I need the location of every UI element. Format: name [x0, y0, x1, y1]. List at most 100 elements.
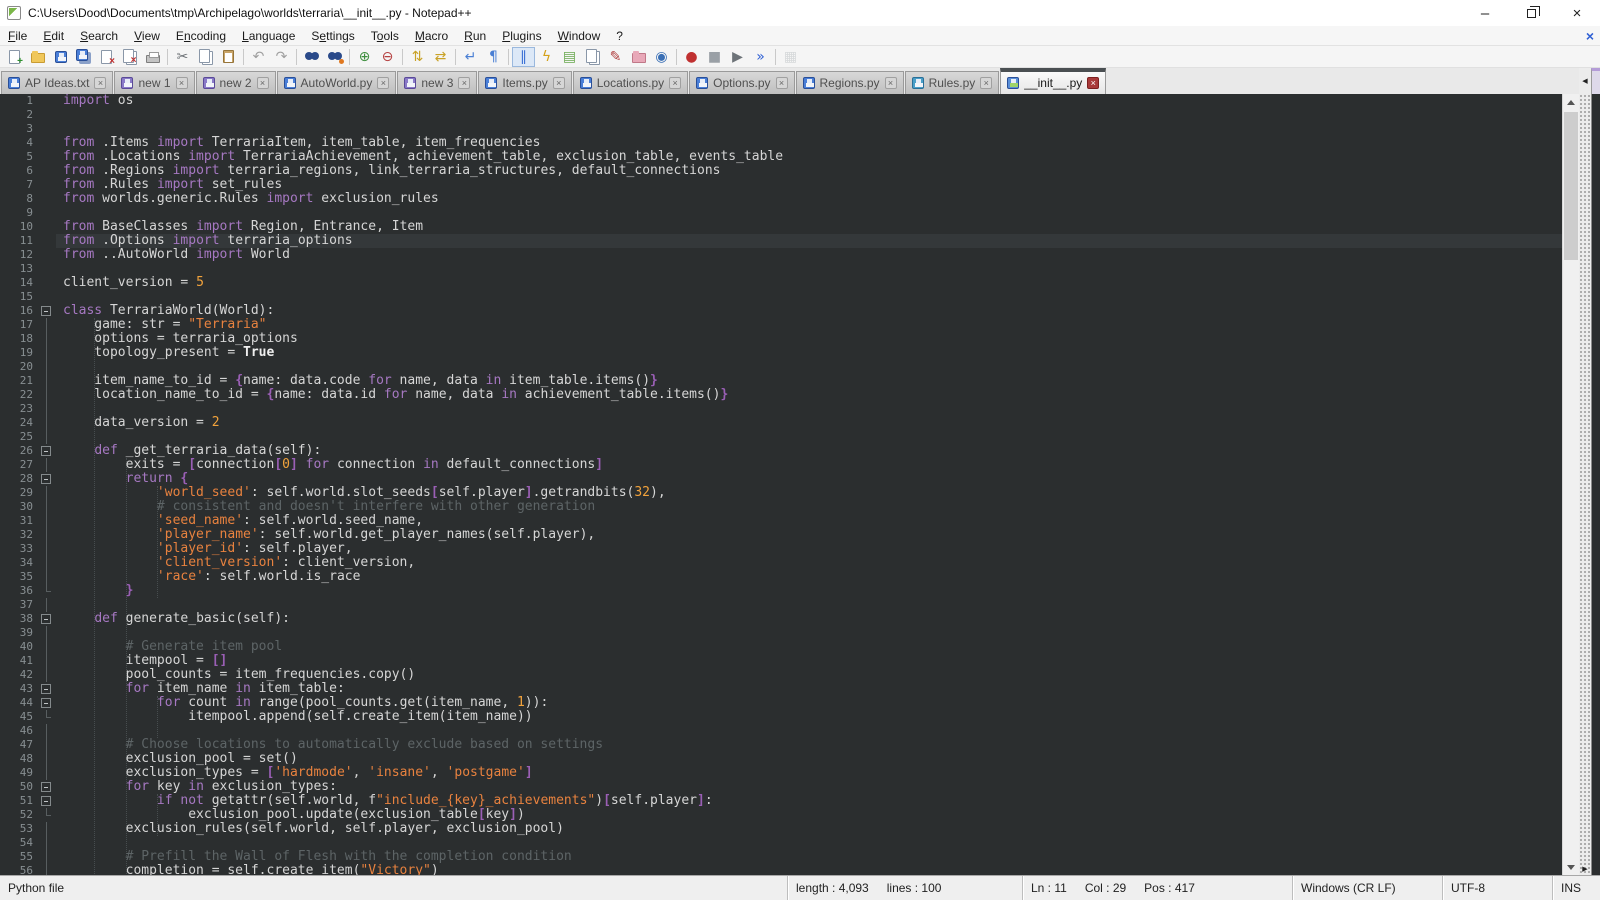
- line-number[interactable]: 30: [0, 500, 38, 514]
- code-line-text[interactable]: options = terraria_options: [56, 332, 1562, 346]
- tab-new-3[interactable]: new 3×: [397, 71, 477, 94]
- zoom-out-icon[interactable]: ⊖: [376, 47, 399, 67]
- tab-close-autoworld-py-icon[interactable]: ×: [377, 77, 389, 89]
- copy-icon[interactable]: [194, 47, 217, 67]
- code-line-text[interactable]: class TerrariaWorld(World):: [56, 304, 1562, 318]
- code-line-text[interactable]: from .Regions import terraria_regions, l…: [56, 164, 1562, 178]
- code-line-text[interactable]: # Choose locations to automatically excl…: [56, 738, 1562, 752]
- new-file-icon[interactable]: +: [3, 47, 26, 67]
- menu-edit[interactable]: Edit: [35, 27, 72, 45]
- line-number[interactable]: 14: [0, 276, 38, 290]
- paste-icon[interactable]: [217, 47, 240, 67]
- line-number[interactable]: 48: [0, 752, 38, 766]
- line-number[interactable]: 25: [0, 430, 38, 444]
- fold-toggle-icon[interactable]: [38, 696, 56, 710]
- line-number[interactable]: 22: [0, 388, 38, 402]
- line-number[interactable]: 42: [0, 668, 38, 682]
- line-number[interactable]: 55: [0, 850, 38, 864]
- code-line-text[interactable]: }: [56, 584, 1562, 598]
- code-line-text[interactable]: [56, 206, 1562, 220]
- tab-new-2[interactable]: new 2×: [196, 71, 276, 94]
- code-line-text[interactable]: def _get_terraria_data(self):: [56, 444, 1562, 458]
- macro-save-icon[interactable]: ▦: [779, 47, 802, 67]
- code-line-text[interactable]: completion = self.create_item("Victory"): [56, 864, 1562, 875]
- code-line-text[interactable]: data_version = 2: [56, 416, 1562, 430]
- code-line-text[interactable]: [56, 262, 1562, 276]
- tab-ap-ideas-txt[interactable]: AP Ideas.txt×: [1, 71, 113, 94]
- line-number[interactable]: 47: [0, 738, 38, 752]
- line-number[interactable]: 52: [0, 808, 38, 822]
- line-number[interactable]: 36: [0, 584, 38, 598]
- code-line-text[interactable]: [56, 836, 1562, 850]
- code-line-text[interactable]: def generate_basic(self):: [56, 612, 1562, 626]
- macro-play-icon[interactable]: ▶: [726, 47, 749, 67]
- line-number[interactable]: 28: [0, 472, 38, 486]
- show-all-characters-icon[interactable]: ¶: [482, 47, 505, 67]
- menu-file[interactable]: File: [0, 27, 35, 45]
- menu-run[interactable]: Run: [456, 27, 494, 45]
- line-number[interactable]: 19: [0, 346, 38, 360]
- line-number[interactable]: 24: [0, 416, 38, 430]
- tab-regions-py[interactable]: Regions.py×: [796, 71, 904, 94]
- code-line-text[interactable]: # Prefill the Wall of Flesh with the com…: [56, 850, 1562, 864]
- save-all-icon[interactable]: [72, 47, 95, 67]
- code-line-text[interactable]: from .Locations import TerrariaAchieveme…: [56, 150, 1562, 164]
- tab-close-locations-py-icon[interactable]: ×: [669, 77, 681, 89]
- document-map-icon[interactable]: ▤: [558, 47, 581, 67]
- line-number[interactable]: 2: [0, 108, 38, 122]
- macro-stop-icon[interactable]: ■: [703, 47, 726, 67]
- tab-close-ap-ideas-txt-icon[interactable]: ×: [94, 77, 106, 89]
- code-line-text[interactable]: exclusion_pool.update(exclusion_table[ke…: [56, 808, 1562, 822]
- line-number[interactable]: 15: [0, 290, 38, 304]
- tab-locations-py[interactable]: Locations.py×: [573, 71, 688, 94]
- save-icon[interactable]: [49, 47, 72, 67]
- code-line-text[interactable]: [56, 626, 1562, 640]
- code-line-text[interactable]: [56, 122, 1562, 136]
- code-line-text[interactable]: exclusion_pool = set(): [56, 752, 1562, 766]
- menu-view[interactable]: View: [126, 27, 168, 45]
- code-line-text[interactable]: 'seed_name': self.world.seed_name,: [56, 514, 1562, 528]
- code-line-text[interactable]: from ..AutoWorld import World: [56, 248, 1562, 262]
- code-line-text[interactable]: [56, 290, 1562, 304]
- code-line-text[interactable]: itempool.append(self.create_item(item_na…: [56, 710, 1562, 724]
- code-line-text[interactable]: from .Items import TerrariaItem, item_ta…: [56, 136, 1562, 150]
- macro-run-multiple-icon[interactable]: »: [749, 47, 772, 67]
- menu-plugins[interactable]: Plugins: [494, 27, 549, 45]
- close-window-button[interactable]: ×: [1554, 0, 1600, 26]
- document-list-icon[interactable]: [581, 47, 604, 67]
- tab-items-py[interactable]: Items.py×: [478, 71, 571, 94]
- monitoring-icon[interactable]: ◉: [650, 47, 673, 67]
- code-line-text[interactable]: from BaseClasses import Region, Entrance…: [56, 220, 1562, 234]
- code-line-text[interactable]: import os: [56, 94, 1562, 108]
- line-number[interactable]: 27: [0, 458, 38, 472]
- line-number[interactable]: 10: [0, 220, 38, 234]
- line-number[interactable]: 5: [0, 150, 38, 164]
- code-line-text[interactable]: itempool = []: [56, 654, 1562, 668]
- tab-autoworld-py[interactable]: AutoWorld.py×: [277, 71, 397, 94]
- fold-toggle-icon[interactable]: [38, 780, 56, 794]
- line-number[interactable]: 46: [0, 724, 38, 738]
- line-number[interactable]: 7: [0, 178, 38, 192]
- line-number[interactable]: 21: [0, 374, 38, 388]
- line-number[interactable]: 33: [0, 542, 38, 556]
- line-number[interactable]: 40: [0, 640, 38, 654]
- code-line-text[interactable]: from .Rules import set_rules: [56, 178, 1562, 192]
- code-line-text[interactable]: for key in exclusion_types:: [56, 780, 1562, 794]
- status-encoding[interactable]: UTF-8: [1442, 876, 1552, 900]
- line-number[interactable]: 12: [0, 248, 38, 262]
- status-eol-format[interactable]: Windows (CR LF): [1292, 876, 1442, 900]
- scroll-down-button[interactable]: [1563, 859, 1579, 875]
- code-line-text[interactable]: location_name_to_id = {name: data.id for…: [56, 388, 1562, 402]
- line-number[interactable]: 56: [0, 864, 38, 875]
- tab-close-items-py-icon[interactable]: ×: [553, 77, 565, 89]
- restore-button[interactable]: [1508, 0, 1554, 26]
- fold-toggle-icon[interactable]: [38, 472, 56, 486]
- code-line-text[interactable]: 'player_name': self.world.get_player_nam…: [56, 528, 1562, 542]
- code-line-text[interactable]: pool_counts = item_frequencies.copy(): [56, 668, 1562, 682]
- tab-close-new-3-icon[interactable]: ×: [458, 77, 470, 89]
- menu-settings[interactable]: Settings: [303, 27, 362, 45]
- open-icon[interactable]: [26, 47, 49, 67]
- undo-icon[interactable]: ↶: [247, 47, 270, 67]
- code-line-text[interactable]: exclusion_rules(self.world, self.player,…: [56, 822, 1562, 836]
- code-line-text[interactable]: [56, 724, 1562, 738]
